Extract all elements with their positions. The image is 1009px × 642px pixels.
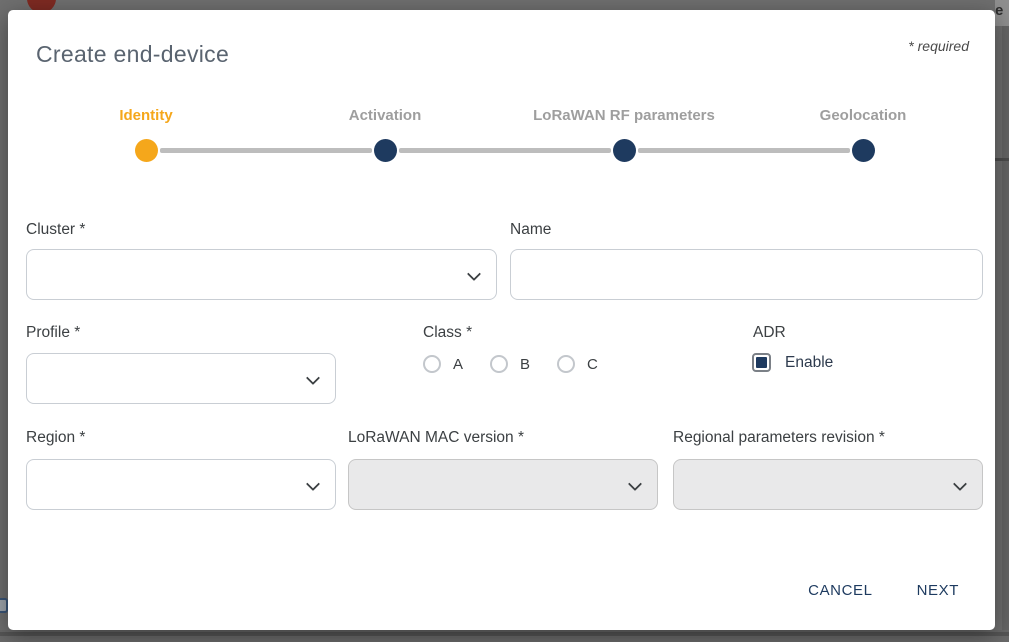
stepper-label-lorawan-rf-parameters[interactable]: LoRaWAN RF parameters (504, 107, 744, 124)
checkbox-checked-icon (752, 353, 771, 372)
radio-unchecked-icon (557, 355, 575, 373)
stepper-connector-line (638, 148, 850, 153)
radio-unchecked-icon (423, 355, 441, 373)
region-select[interactable] (26, 459, 336, 510)
stepper-label-geolocation[interactable]: Geolocation (743, 107, 983, 124)
cancel-button[interactable]: CANCEL (800, 576, 880, 605)
chevron-down-icon (306, 477, 320, 491)
background-artifact (1002, 0, 1009, 642)
class-radio-c[interactable]: C (557, 355, 598, 373)
stepper-connector-line (399, 148, 611, 153)
chevron-down-icon (467, 267, 481, 281)
adr-enable-checkbox[interactable]: Enable (752, 353, 833, 372)
name-field-wrapper (510, 249, 983, 300)
background-artifact (0, 632, 1009, 636)
stepper-dot-lorawan-rf-parameters[interactable] (613, 139, 636, 162)
chevron-down-icon (306, 371, 320, 385)
lorawan-mac-version-label: LoRaWAN MAC version * (348, 429, 524, 447)
background-artifact (995, 158, 1009, 161)
cluster-label: Cluster * (26, 221, 85, 239)
region-label: Region * (26, 429, 85, 447)
create-end-device-dialog: Create end-device * required Identity Ac… (8, 10, 995, 630)
adr-enable-label: Enable (785, 354, 833, 372)
regional-parameters-revision-select[interactable] (673, 459, 983, 510)
name-label: Name (510, 221, 551, 239)
name-input[interactable] (511, 250, 982, 299)
background-button-fragment (0, 598, 8, 613)
background-page-text: e (995, 0, 1009, 26)
stepper-dot-activation[interactable] (374, 139, 397, 162)
radio-unchecked-icon (490, 355, 508, 373)
class-radio-a[interactable]: A (423, 355, 463, 373)
next-button[interactable]: NEXT (909, 576, 967, 605)
checkbox-fill (756, 357, 767, 368)
lorawan-mac-version-select[interactable] (348, 459, 658, 510)
class-radio-b[interactable]: B (490, 355, 530, 373)
adr-label: ADR (753, 324, 786, 342)
stepper-connector-line (160, 148, 372, 153)
stepper-dot-geolocation[interactable] (852, 139, 875, 162)
class-label: Class * (423, 324, 472, 342)
chevron-down-icon (953, 477, 967, 491)
class-option-label: C (587, 356, 598, 373)
profile-select[interactable] (26, 353, 336, 404)
stepper: Identity Activation LoRaWAN RF parameter… (8, 10, 995, 180)
cluster-select[interactable] (26, 249, 497, 300)
regional-parameters-revision-label: Regional parameters revision * (673, 429, 885, 447)
stepper-dot-identity[interactable] (135, 139, 158, 162)
dialog-actions: CANCEL NEXT (800, 576, 967, 605)
class-option-label: B (520, 356, 530, 373)
class-option-label: A (453, 356, 463, 373)
chevron-down-icon (628, 477, 642, 491)
profile-label: Profile * (26, 324, 80, 342)
stepper-label-activation[interactable]: Activation (265, 107, 505, 124)
stepper-label-identity[interactable]: Identity (26, 107, 266, 124)
